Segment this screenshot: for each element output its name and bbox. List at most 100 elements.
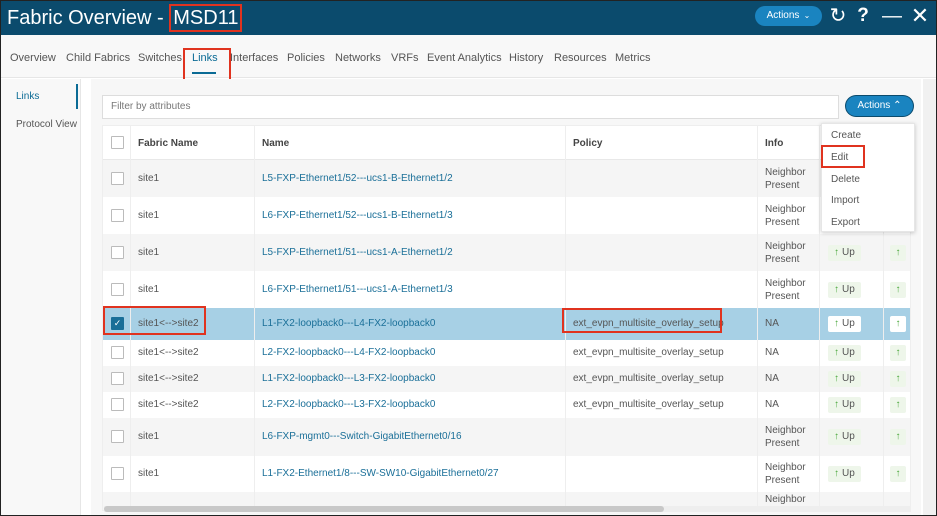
fabric-name-cell: site1	[138, 247, 160, 258]
table-row[interactable]: site1<-->site2 L1-FX2-loopback0---L3-FX2-…	[103, 366, 910, 392]
page-title: Fabric Overview - MSD11	[7, 4, 243, 32]
link-name[interactable]: L5-FXP-Ethernet1/51---ucs1-A-Ethernet1/2	[262, 247, 453, 258]
refresh-icon[interactable]: ↻	[827, 4, 849, 28]
fabric-name-cell: site1	[138, 431, 160, 442]
minimize-icon[interactable]: —	[881, 4, 903, 28]
tab-child-fabrics[interactable]: Child Fabrics	[66, 52, 130, 64]
column-header-name[interactable]: Name	[262, 138, 289, 149]
table-row[interactable]: site1 L1-FX2-Ethernet1/8---SW-SW10-Gigabi…	[103, 456, 910, 492]
fabric-name-cell: site1	[138, 173, 160, 184]
link-name[interactable]: L1-FX2-loopback0---L4-FX2-loopback0	[262, 318, 435, 329]
table-row[interactable]: site1 L5-FXP-Ethernet1/51---ucs1-A-Ethern…	[103, 234, 910, 271]
table-row[interactable]: site1 L6-FXP-Ethernet1/52---ucs1-B-Ethern…	[103, 197, 910, 234]
sidebar-item-links[interactable]: Links	[16, 91, 39, 102]
info-line-2: Present	[765, 254, 800, 265]
status-badge: ↑ Up	[828, 316, 861, 332]
column-divider	[757, 126, 758, 510]
chevron-down-icon: ⌄	[801, 11, 811, 20]
info-cell: NA	[765, 347, 779, 358]
tab-history[interactable]: History	[509, 52, 543, 64]
policy-cell: ext_evpn_multisite_overlay_setup	[573, 347, 724, 358]
tab-policies[interactable]: Policies	[287, 52, 325, 64]
row-checkbox[interactable]	[111, 172, 124, 185]
info-cell: NA	[765, 399, 779, 410]
link-name[interactable]: L6-FXP-mgmt0---Switch-GigabitEthernet0/1…	[262, 431, 462, 442]
tab-metrics[interactable]: Metrics	[615, 52, 650, 64]
link-name[interactable]: L1-FX2-Ethernet1/8---SW-SW10-GigabitEthe…	[262, 468, 499, 479]
tab-switches[interactable]: Switches	[138, 52, 182, 64]
status-text: Up	[842, 247, 855, 258]
column-header-info[interactable]: Info	[765, 138, 783, 149]
info-line-1: Neighbor	[765, 425, 806, 436]
tab-interfaces[interactable]: Interfaces	[230, 52, 278, 64]
arrow-up-icon: ↑	[890, 397, 906, 413]
link-name[interactable]: L1-FX2-loopback0---L3-FX2-loopback0	[262, 373, 435, 384]
status-text: Up	[842, 318, 855, 329]
row-checkbox[interactable]	[111, 398, 124, 411]
table-row[interactable]: site1 L5-FXP-Ethernet1/52---ucs1-B-Ethern…	[103, 160, 910, 197]
column-header-fabric-name[interactable]: Fabric Name	[138, 138, 198, 149]
row-checkbox[interactable]	[111, 283, 124, 296]
arrow-up-icon: ↑	[890, 316, 906, 332]
link-name[interactable]: L2-FX2-loopback0---L3-FX2-loopback0	[262, 399, 435, 410]
info-line-1: Neighbor	[765, 278, 806, 289]
links-table: Fabric Name Name Policy Info site1 L5-FXP…	[102, 125, 911, 511]
row-checkbox[interactable]	[111, 209, 124, 222]
row-checkbox[interactable]	[111, 346, 124, 359]
close-icon[interactable]: ✕	[909, 4, 931, 28]
tab-event-analytics[interactable]: Event Analytics	[427, 52, 502, 64]
link-name[interactable]: L6-FXP-Ethernet1/52---ucs1-B-Ethernet1/3	[262, 210, 453, 221]
column-header-policy[interactable]: Policy	[573, 138, 602, 149]
link-name[interactable]: L2-FX2-loopback0---L4-FX2-loopback0	[262, 347, 435, 358]
help-icon[interactable]: ?	[852, 4, 874, 28]
status-text: Up	[842, 347, 855, 358]
scrollbar-thumb[interactable]	[104, 506, 664, 512]
vertical-scrollbar[interactable]	[923, 79, 936, 515]
edit-highlight	[821, 145, 865, 168]
app-window: Fabric Overview - MSD11 Actions ⌄ ↻ ? — …	[0, 0, 937, 516]
menu-item-create[interactable]: Create	[831, 130, 861, 141]
policy-highlight	[562, 308, 722, 333]
table-row[interactable]: site1<-->site2 L2-FX2-loopback0---L4-FX2-…	[103, 340, 910, 366]
actions-button[interactable]: Actions ⌃	[846, 96, 913, 116]
arrow-up-icon: ↑	[890, 245, 906, 261]
link-name[interactable]: L6-FXP-Ethernet1/51---ucs1-A-Ethernet1/3	[262, 284, 453, 295]
arrow-up-icon: ↑	[890, 345, 906, 361]
filter-input[interactable]: Filter by attributes	[102, 95, 839, 119]
select-all-checkbox[interactable]	[111, 136, 124, 149]
horizontal-scrollbar[interactable]	[104, 506, 911, 512]
row-checkbox[interactable]	[111, 246, 124, 259]
tab-bar: Overview Child Fabrics Switches Links In…	[1, 35, 936, 81]
info-line-2: Present	[765, 291, 800, 302]
policy-cell: ext_evpn_multisite_overlay_setup	[573, 399, 724, 410]
info-line-2: Present	[765, 180, 800, 191]
row-checkbox[interactable]	[111, 467, 124, 480]
info-line-1: Neighbor	[765, 241, 806, 252]
status-badge: ↑ Up	[828, 282, 861, 298]
tab-overview[interactable]: Overview	[10, 52, 56, 64]
info-line-2: Present	[765, 475, 800, 486]
table-row[interactable]: ✓ site1<-->site2 L1-FX2-loopback0---L4-FX2…	[103, 308, 910, 340]
sidebar-item-protocol-view[interactable]: Protocol View	[16, 119, 77, 130]
table-row[interactable]: site1 L6-FXP-Ethernet1/51---ucs1-A-Ethern…	[103, 271, 910, 308]
table-row[interactable]: site1 L6-FXP-mgmt0---Switch-GigabitEthern…	[103, 418, 910, 456]
link-name[interactable]: L5-FXP-Ethernet1/52---ucs1-B-Ethernet1/2	[262, 173, 453, 184]
status-badge: ↑ Up	[828, 429, 861, 445]
menu-item-export[interactable]: Export	[831, 217, 860, 228]
info-line-2: Present	[765, 217, 800, 228]
menu-item-delete[interactable]: Delete	[831, 174, 860, 185]
tab-networks[interactable]: Networks	[335, 52, 381, 64]
row-checkbox[interactable]	[111, 430, 124, 443]
header-actions-button[interactable]: Actions ⌄	[755, 6, 822, 26]
tab-vrfs[interactable]: VRFs	[391, 52, 419, 64]
info-line-1: Neighbor	[765, 167, 806, 178]
row-checkbox[interactable]	[111, 372, 124, 385]
info-cell: Neighbor	[765, 494, 806, 505]
status-text: Up	[842, 468, 855, 479]
menu-item-import[interactable]: Import	[831, 195, 859, 206]
table-row[interactable]: site1<-->site2 L2-FX2-loopback0---L3-FX2-…	[103, 392, 910, 418]
header-actions-label: Actions	[766, 10, 800, 21]
fabric-name-cell: site1<-->site2	[138, 347, 199, 358]
status-text: Up	[842, 284, 855, 295]
tab-resources[interactable]: Resources	[554, 52, 607, 64]
